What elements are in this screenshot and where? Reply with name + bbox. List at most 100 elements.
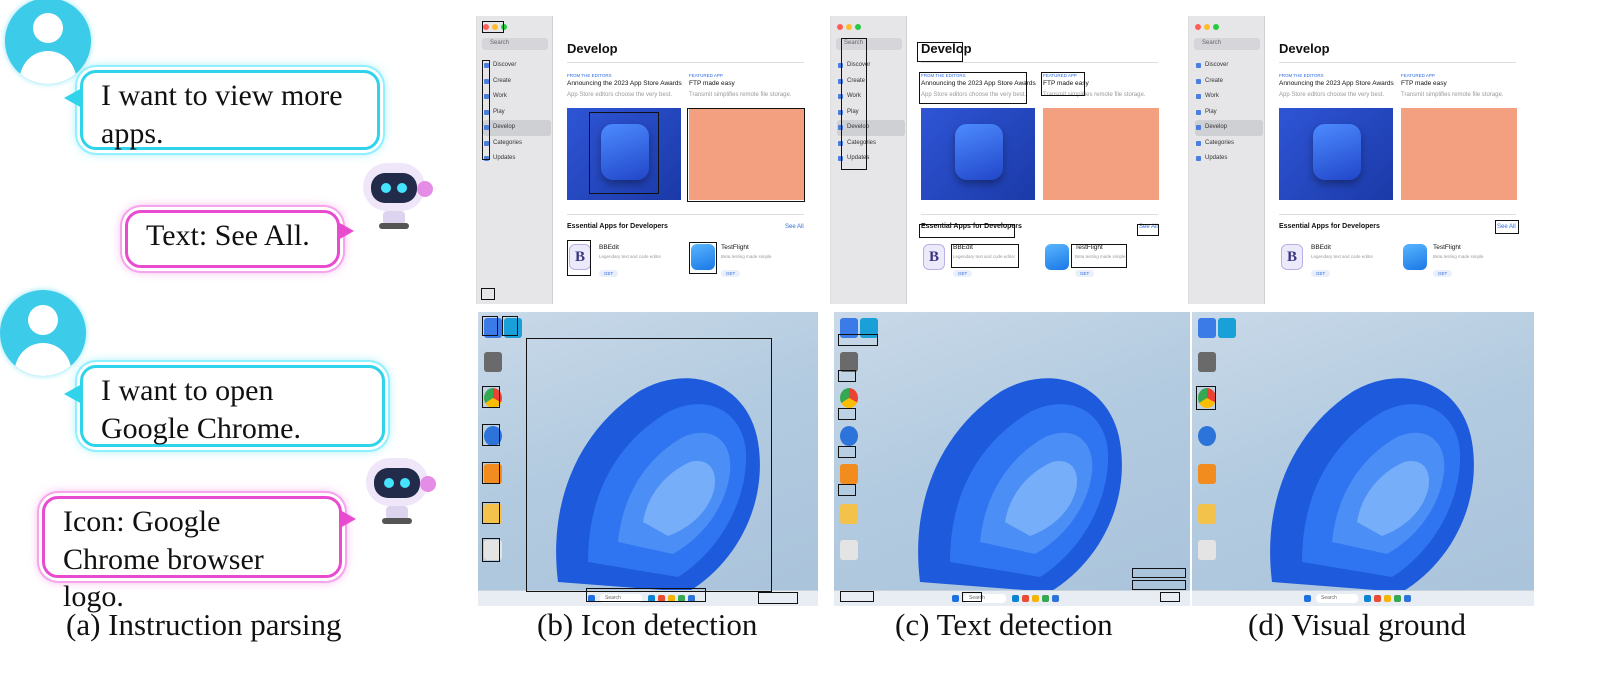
detection-box — [758, 592, 798, 604]
detection-box — [838, 408, 856, 420]
get-button[interactable]: GET — [721, 270, 741, 277]
taskbar-app-icon[interactable] — [1374, 595, 1381, 602]
start-icon[interactable] — [952, 595, 959, 602]
taskbar-app-icon[interactable] — [1394, 595, 1401, 602]
app-store-awards-tile[interactable] — [921, 108, 1035, 200]
app-name: BBEdit — [599, 244, 619, 251]
get-button[interactable]: GET — [1311, 270, 1331, 277]
app-shortcut-icon[interactable] — [1198, 352, 1216, 372]
taskbar-search[interactable]: Search — [1316, 594, 1358, 603]
detection-box — [951, 244, 1019, 268]
detection-box — [482, 21, 504, 33]
taskbar-app-icon[interactable] — [1032, 595, 1039, 602]
taskbar-app-icon[interactable] — [1364, 595, 1371, 602]
detection-box — [919, 72, 1027, 104]
document-icon[interactable] — [840, 540, 858, 560]
app-shortcut-icon[interactable] — [1198, 426, 1216, 446]
taskbar-app-icon[interactable] — [1384, 595, 1391, 602]
edge-icon[interactable] — [1218, 318, 1236, 338]
detection-box — [919, 224, 1015, 238]
user-bubble-1: I want to view more apps. — [80, 70, 380, 150]
sidebar-item-create[interactable]: Create — [1195, 74, 1263, 90]
sidebar-item-work[interactable]: Work — [483, 89, 551, 105]
user-avatar-icon — [5, 0, 91, 84]
card1-sub: App Store editors choose the very best. — [567, 92, 673, 98]
bubble-tail — [340, 510, 356, 528]
folder-icon[interactable] — [840, 504, 858, 524]
recycle-bin-icon[interactable] — [1198, 318, 1216, 338]
divider — [921, 62, 1158, 63]
caption-instruction-parsing: (a) Instruction parsing — [66, 607, 342, 642]
app-store-screenshot-icon-detection: Search Discover Create Work Play Develop… — [476, 16, 816, 304]
google-chrome-icon[interactable] — [840, 388, 858, 408]
detection-box — [838, 370, 856, 382]
get-button[interactable]: GET — [1075, 270, 1095, 277]
app-shortcut-icon[interactable] — [840, 426, 858, 446]
taskbar-app-icon[interactable] — [1052, 595, 1059, 602]
sidebar-item-develop[interactable]: Develop — [1195, 120, 1263, 136]
sidebar-item-develop[interactable]: Develop — [483, 120, 551, 136]
taskbar-app-icon[interactable] — [1022, 595, 1029, 602]
taskbar-app-icon[interactable] — [1012, 595, 1019, 602]
detection-box — [1071, 244, 1127, 268]
vlc-icon[interactable] — [1198, 464, 1216, 484]
folder-icon[interactable] — [1198, 504, 1216, 524]
sidebar-item-play[interactable]: Play — [1195, 105, 1263, 121]
windows-desktop-icon-detection: Search — [478, 312, 818, 606]
user-bubble-2: I want to open Google Chrome. — [80, 365, 385, 447]
user-text-2: I want to open Google Chrome. — [101, 374, 301, 445]
sidebar-search[interactable]: Search — [1194, 38, 1260, 50]
sidebar-item-create[interactable]: Create — [483, 74, 551, 90]
taskbar-app-icon[interactable] — [1042, 595, 1049, 602]
sidebar-item-categories[interactable]: Categories — [483, 136, 551, 152]
get-button[interactable]: GET — [1433, 270, 1453, 277]
sidebar-items: Discover Create Work Play Develop Catego… — [1195, 58, 1263, 167]
main-content: Develop FROM THE EDITORS Announcing the … — [1265, 16, 1528, 304]
sidebar-item-categories[interactable]: Categories — [1195, 136, 1263, 152]
vlc-icon[interactable] — [840, 464, 858, 484]
sidebar-item-work[interactable]: Work — [1195, 89, 1263, 105]
bbedit-icon[interactable]: B — [923, 244, 945, 270]
sidebar: Search Discover Create Work Play Develop… — [1189, 16, 1265, 304]
sidebar-item-updates[interactable]: Updates — [1195, 151, 1263, 167]
sidebar-item-discover[interactable]: Discover — [1195, 58, 1263, 74]
detection-box — [838, 484, 856, 496]
app-desc: Legendary text and code editor — [599, 254, 662, 259]
robot-icon — [358, 450, 440, 532]
transmit-art-tile[interactable] — [1401, 108, 1517, 200]
taskbar-app-icon[interactable] — [1404, 595, 1411, 602]
windows-desktop-visual-ground: Search — [1192, 312, 1534, 606]
testflight-icon[interactable] — [1403, 244, 1427, 270]
detection-box — [482, 502, 500, 524]
detection-box — [482, 316, 498, 336]
card1-label: FROM THE EDITORS — [567, 73, 612, 78]
app-shortcut-icon[interactable] — [484, 352, 502, 372]
testflight-icon[interactable] — [1045, 244, 1069, 270]
app-store-icon — [955, 124, 1003, 180]
bbedit-icon[interactable]: B — [1281, 244, 1303, 270]
window-controls — [1195, 24, 1219, 30]
get-button[interactable]: GET — [953, 270, 973, 277]
see-all-link[interactable]: See All — [785, 224, 804, 230]
detection-box — [838, 446, 856, 458]
sidebar-item-discover[interactable]: Discover — [483, 58, 551, 74]
detection-box — [482, 386, 500, 408]
app-shortcut-icon[interactable] — [840, 352, 858, 372]
get-button[interactable]: GET — [599, 270, 619, 277]
start-icon[interactable] — [1304, 595, 1311, 602]
sidebar-search[interactable]: Search — [482, 38, 548, 50]
card2-sub: Transmit simplifies remote file storage. — [1401, 92, 1504, 98]
app-store-awards-tile[interactable] — [1279, 108, 1393, 200]
document-icon[interactable] — [1198, 540, 1216, 560]
detection-box — [840, 591, 874, 602]
detection-box — [589, 112, 659, 194]
sidebar-item-updates[interactable]: Updates — [483, 151, 551, 167]
detection-box — [502, 316, 518, 336]
sidebar-items: Discover Create Work Play Develop Catego… — [483, 58, 551, 167]
app-desc: Beta testing made simple — [1433, 254, 1484, 259]
caption-text-detection: (c) Text detection — [895, 607, 1113, 642]
sidebar-item-play[interactable]: Play — [483, 105, 551, 121]
card1-label: FROM THE EDITORS — [1279, 73, 1324, 78]
app-desc: Legendary text and code editor — [1311, 254, 1374, 259]
transmit-art-tile[interactable] — [1043, 108, 1159, 200]
